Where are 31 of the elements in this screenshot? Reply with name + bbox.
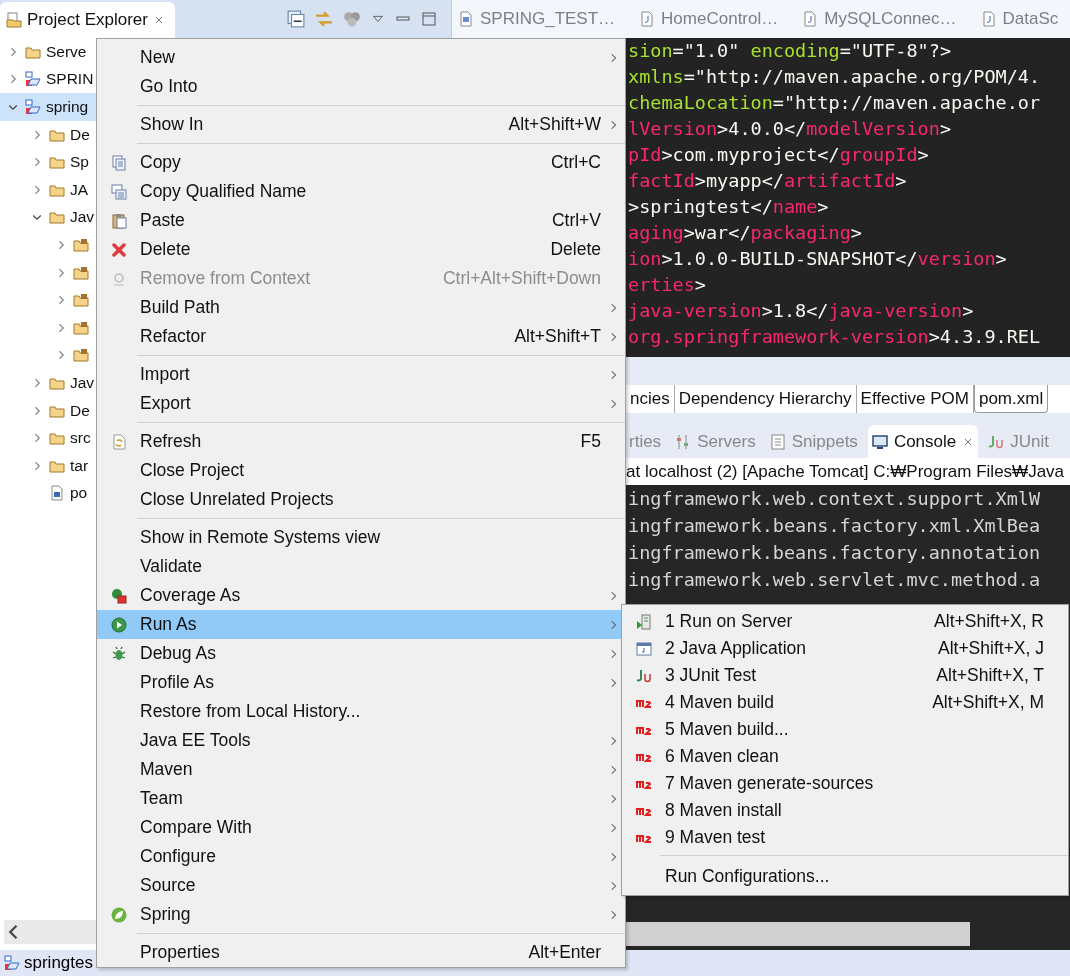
- tree-label: po: [70, 484, 88, 503]
- tree-label: SPRIN: [46, 70, 94, 89]
- console-line: ingframework.beans.factory.xml.XmlBea: [628, 514, 1042, 538]
- console-title: at localhost (2) [Apache Tomcat] C:₩Program Files₩Java: [626, 461, 1065, 482]
- tree-label: JA: [70, 180, 89, 199]
- console-line: ingframework.beans.factory.annotation: [628, 541, 1042, 565]
- code-line: >springtest</name>: [628, 195, 830, 219]
- tree-label: Serve: [46, 42, 87, 61]
- tree-label: Sp: [70, 153, 89, 172]
- code-line: factId>myapp</artifactId>: [628, 169, 908, 193]
- code-line: erties>: [628, 273, 707, 297]
- console-line: ingframework.web.context.support.XmlW: [628, 487, 1042, 511]
- code-line: pId>com.myproject</groupId>: [628, 143, 930, 167]
- tree-label: Jav: [70, 373, 95, 392]
- code-line: org.springframework-version>4.3.9.REL: [628, 325, 1042, 349]
- code-line: lVersion>4.0.0</modelVersion>: [628, 117, 952, 141]
- console-line: ingframework.web.servlet.mvc.method.a: [628, 568, 1042, 592]
- tree-label: spring: [46, 98, 89, 116]
- code-line: aging>war</packaging>: [628, 221, 863, 245]
- tab-label: Project Explorer: [27, 10, 148, 30]
- tree-label: Jav: [70, 208, 95, 227]
- code-line: xmlns="http://maven.apache.org/POM/4.: [628, 65, 1042, 89]
- code-line: ion>1.0.0-BUILD-SNAPSHOT</version>: [628, 247, 1008, 271]
- tree-label: tar: [70, 456, 89, 475]
- status-text: springtes: [24, 953, 93, 973]
- tree-label: De: [70, 125, 90, 144]
- code-line: java-version>1.8</java-version>: [628, 299, 975, 323]
- tree-label: De: [70, 401, 90, 420]
- code-line: chemaLocation="http://maven.apache.or: [628, 91, 1042, 115]
- code-line: sion="1.0" encoding="UTF-8"?>: [628, 39, 953, 63]
- tree-label: src: [70, 429, 91, 448]
